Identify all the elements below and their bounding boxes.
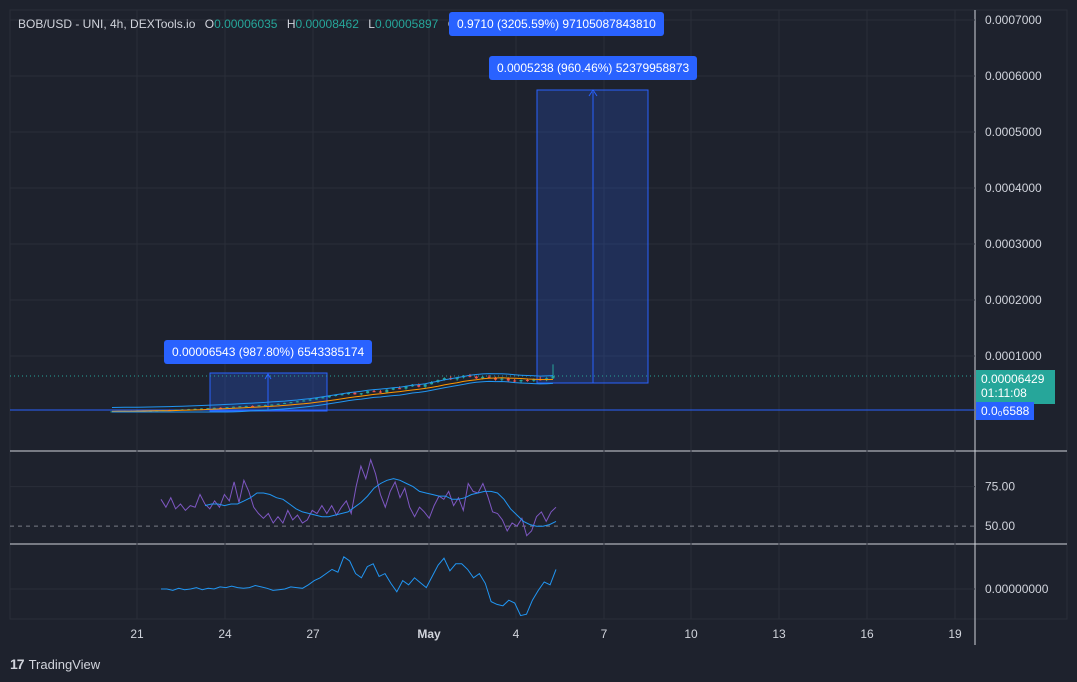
candle-body — [359, 393, 363, 395]
high-label: H — [286, 17, 296, 31]
x-tick-label: May — [417, 627, 441, 641]
x-tick-label: 13 — [772, 627, 786, 641]
low-label: L — [368, 17, 375, 31]
candle-body — [385, 389, 389, 393]
candle-body — [276, 403, 280, 405]
x-tick-label: 10 — [684, 627, 698, 641]
measure-label-small[interactable]: 0.00006543 (987.80%) 6543385174 — [164, 340, 373, 364]
current-price-value: 0.00006429 — [981, 372, 1045, 386]
measure-label-large[interactable]: 0.0005238 (960.46%) 52379958873 — [489, 56, 698, 80]
candle-body — [283, 402, 287, 404]
y-tick-label: 0.0005000 — [985, 125, 1042, 139]
x-tick-label: 21 — [130, 627, 144, 641]
candle-body — [506, 378, 510, 381]
candle-body — [315, 398, 319, 400]
current-price-tag: 0.00006429 01:11:08 — [976, 370, 1055, 404]
candle-body — [525, 379, 529, 381]
candle-body — [289, 402, 293, 404]
low-value: 0.00005897 — [374, 17, 439, 31]
x-tick-label: 4 — [513, 627, 520, 641]
symbol-header: BOB/USD - UNI, 4h, DEXTools.io O0.000060… — [18, 17, 456, 31]
tradingview-footer[interactable]: 17 TradingView — [10, 656, 100, 672]
candle-body — [481, 376, 485, 379]
rsi-tick-label: 50.00 — [985, 519, 1015, 533]
candle-body — [270, 404, 274, 406]
tradingview-chart[interactable]: 21 24 27 May 4 7 10 13 16 19 0.0007000 0.0006000 0.0… — [0, 0, 1077, 682]
tradingview-logo-icon: 17 — [10, 656, 25, 672]
low-line-tag: 0.0₀6588 — [976, 402, 1035, 420]
x-tick-label: 19 — [948, 627, 962, 641]
chart-canvas[interactable]: 21 24 27 May 4 7 10 13 16 19 0.0007000 0.0006000 0.0… — [0, 0, 1077, 682]
rsi-series-line — [160, 457, 557, 537]
lower-band-line — [112, 380, 554, 413]
x-tick-label: 7 — [601, 627, 608, 641]
candle-body — [295, 401, 299, 403]
x-tick-label: 24 — [218, 627, 232, 641]
x-tick-label: 16 — [860, 627, 874, 641]
y-tick-label: 0.0004000 — [985, 181, 1042, 195]
candle-body — [372, 391, 376, 393]
candle-body — [398, 388, 402, 390]
candle-body — [244, 405, 248, 407]
candle-body — [474, 376, 478, 379]
candle-body — [391, 388, 395, 390]
y-tick-label: 0.0001000 — [985, 349, 1042, 363]
candle-body — [263, 404, 267, 406]
symbol-title: BOB/USD - UNI, 4h, DEXTools.io — [18, 17, 196, 31]
open-value: 0.00006035 — [214, 17, 278, 31]
y-tick-label: 0.0006000 — [985, 69, 1042, 83]
osc-tick-label: 0.00000000 — [985, 582, 1049, 596]
y-tick-label: 0.0003000 — [985, 237, 1042, 251]
brand-name: TradingView — [28, 656, 101, 672]
candle-body — [519, 379, 523, 382]
bar-countdown: 01:11:08 — [981, 386, 1027, 400]
candle-body — [366, 391, 370, 394]
candle-body — [321, 397, 325, 399]
rsi-series-line — [204, 478, 557, 527]
candle-body — [231, 406, 235, 408]
candle-body — [353, 392, 357, 395]
candle-body — [551, 375, 555, 379]
oscillator-line — [161, 556, 557, 617]
candle-body — [500, 378, 504, 380]
candle-body — [308, 399, 312, 401]
rsi-tick-label: 75.00 — [985, 480, 1015, 494]
candle-body — [225, 407, 229, 409]
candle-body — [257, 405, 261, 407]
candle-body — [513, 380, 517, 382]
high-value: 0.00008462 — [295, 17, 359, 31]
candle-body — [238, 406, 242, 408]
open-label: O — [204, 17, 215, 31]
candle-body — [423, 384, 427, 387]
candle-body — [302, 400, 306, 402]
y-tick-label: 0.0002000 — [985, 293, 1042, 307]
y-tick-label: 0.0007000 — [985, 13, 1042, 27]
measure-label-top[interactable]: 0.9710 (3205.59%) 97105087843810 — [449, 12, 664, 36]
candle-body — [378, 391, 382, 393]
x-tick-label: 27 — [306, 627, 320, 641]
